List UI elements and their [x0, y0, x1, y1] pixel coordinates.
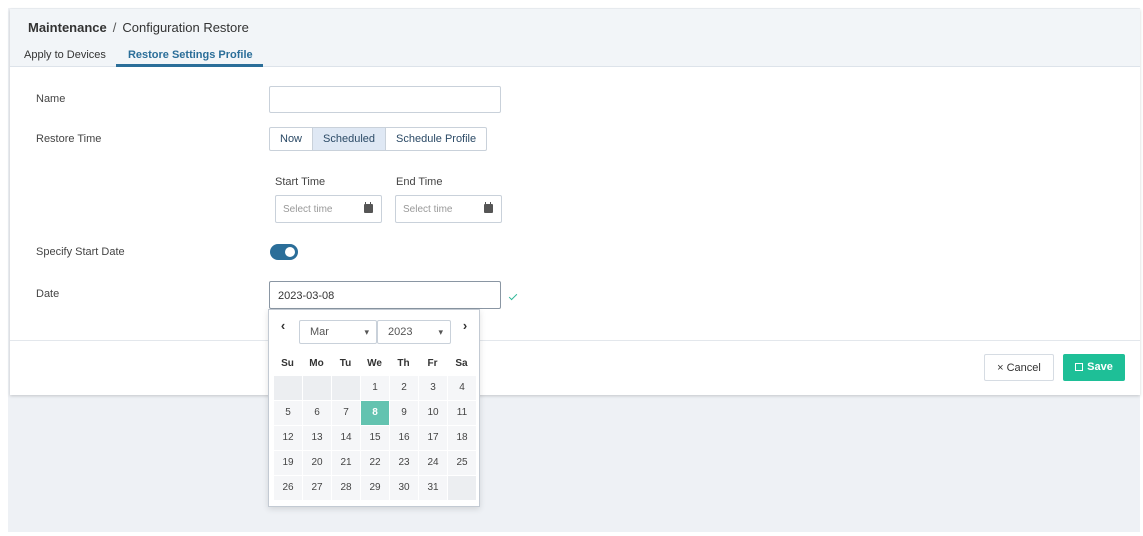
restore-scheduled-option[interactable]: Scheduled	[313, 128, 387, 150]
empty-day-cell	[332, 376, 360, 400]
month-select[interactable]: Mar ▾	[299, 320, 377, 344]
day-cell[interactable]: 20	[303, 451, 331, 475]
day-cell[interactable]: 18	[448, 426, 476, 450]
card-header: Maintenance / Configuration Restore Apply …	[10, 9, 1140, 67]
day-cell[interactable]: 9	[390, 401, 418, 425]
day-cell[interactable]: 11	[448, 401, 476, 425]
end-time-input[interactable]: Select time	[395, 195, 502, 223]
footer-divider	[10, 340, 1140, 341]
restore-now-option[interactable]: Now	[270, 128, 314, 150]
day-cell[interactable]: 17	[419, 426, 447, 450]
day-cell[interactable]: 25	[448, 451, 476, 475]
day-cell[interactable]: 14	[332, 426, 360, 450]
day-cell[interactable]: 8	[361, 401, 389, 425]
calendar-icon	[364, 202, 373, 213]
chevron-down-icon: ▾	[438, 327, 443, 337]
chevron-right-icon[interactable]: ›	[457, 318, 473, 334]
day-cell[interactable]: 4	[448, 376, 476, 400]
checkmark-icon	[508, 291, 518, 301]
day-cell[interactable]: 31	[419, 476, 447, 500]
day-cell[interactable]: 16	[390, 426, 418, 450]
date-input[interactable]: 2023-03-08	[269, 281, 501, 309]
toggle-knob	[285, 247, 295, 257]
weekday-label: Fr	[427, 358, 438, 369]
name-label: Name	[36, 93, 66, 105]
weekday-label: Su	[281, 358, 294, 369]
cancel-button[interactable]: × Cancel	[984, 354, 1054, 381]
day-cell[interactable]: 21	[332, 451, 360, 475]
day-cell[interactable]: 12	[274, 426, 302, 450]
day-cell[interactable]: 23	[390, 451, 418, 475]
weekday-label: Mo	[309, 358, 324, 369]
year-value: 2023	[388, 326, 413, 338]
breadcrumb-separator: /	[112, 20, 117, 35]
day-cell[interactable]: 26	[274, 476, 302, 500]
tab-restore-settings-profile[interactable]: Restore Settings Profile	[115, 47, 263, 67]
day-cell[interactable]: 28	[332, 476, 360, 500]
day-cell[interactable]: 15	[361, 426, 389, 450]
tab-apply-to-devices[interactable]: Apply to Devices	[10, 47, 116, 67]
empty-day-cell	[274, 376, 302, 400]
day-cell[interactable]: 19	[274, 451, 302, 475]
empty-day-cell	[448, 476, 476, 500]
day-cell[interactable]: 2	[390, 376, 418, 400]
breadcrumb-page: Configuration Restore	[122, 20, 249, 35]
breadcrumb: Maintenance / Configuration Restore	[28, 20, 249, 35]
tab-bar: Apply to Devices Restore Settings Profil…	[10, 47, 263, 67]
date-label: Date	[36, 288, 60, 300]
day-cell[interactable]: 10	[419, 401, 447, 425]
day-cell[interactable]: 1	[361, 376, 389, 400]
day-cell[interactable]: 27	[303, 476, 331, 500]
day-cell[interactable]: 3	[419, 376, 447, 400]
name-input[interactable]	[269, 86, 501, 113]
chevron-left-icon[interactable]: ‹	[275, 318, 291, 334]
restore-schedule-profile-option[interactable]: Schedule Profile	[386, 128, 486, 150]
save-icon	[1075, 363, 1084, 371]
restore-time-label: Restore Time	[36, 133, 102, 145]
start-time-placeholder: Select time	[283, 204, 333, 215]
start-time-label: Start Time	[275, 176, 326, 188]
start-time-input[interactable]: Select time	[275, 195, 382, 223]
day-cell[interactable]: 7	[332, 401, 360, 425]
weekday-label: Tu	[339, 358, 352, 369]
day-cell[interactable]: 5	[274, 401, 302, 425]
day-cell[interactable]: 29	[361, 476, 389, 500]
month-value: Mar	[310, 326, 329, 338]
day-cell[interactable]: 30	[390, 476, 418, 500]
breadcrumb-section[interactable]: Maintenance	[28, 20, 107, 35]
day-cell[interactable]: 13	[303, 426, 331, 450]
chevron-down-icon: ▾	[364, 327, 369, 337]
day-cell[interactable]: 22	[361, 451, 389, 475]
empty-day-cell	[303, 376, 331, 400]
day-cell[interactable]: 6	[303, 401, 331, 425]
end-time-label: End Time	[396, 176, 443, 188]
weekday-label: Sa	[455, 358, 468, 369]
date-value: 2023-03-08	[278, 290, 335, 302]
year-select[interactable]: 2023 ▾	[377, 320, 451, 344]
save-label: Save	[1087, 361, 1113, 373]
save-button[interactable]: Save	[1063, 354, 1125, 381]
weekday-label: Th	[397, 358, 410, 369]
config-restore-card: Maintenance / Configuration Restore Apply …	[10, 9, 1140, 395]
day-cell[interactable]: 24	[419, 451, 447, 475]
end-time-placeholder: Select time	[403, 204, 453, 215]
specify-start-date-toggle[interactable]	[270, 244, 298, 260]
weekday-label: We	[367, 358, 382, 369]
specify-start-date-label: Specify Start Date	[36, 246, 125, 258]
restore-time-selector: Now Scheduled Schedule Profile	[269, 127, 488, 151]
date-picker-popup: ‹ Mar ▾ 2023 ▾ › Su Mo Tu We Th Fr Sa 1234567891…	[268, 309, 480, 507]
calendar-icon	[484, 202, 493, 213]
